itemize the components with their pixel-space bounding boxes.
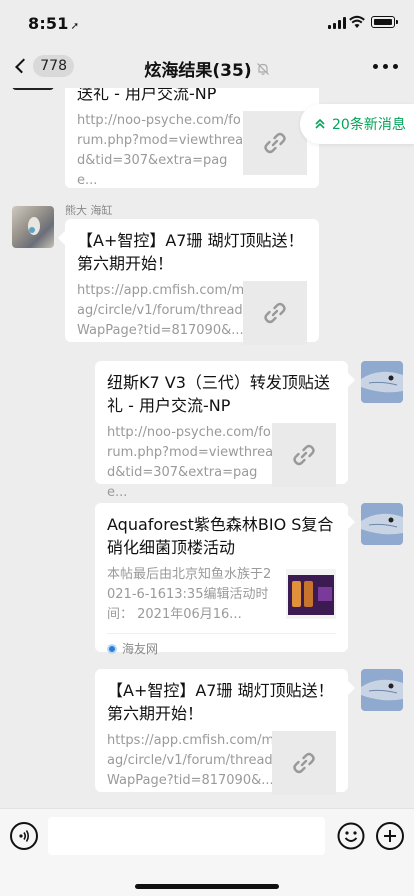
card-body: http://noo-psyche.com/forum.php?mod=view… (107, 423, 336, 503)
my-avatar[interactable] (361, 669, 403, 711)
message-input[interactable] (48, 817, 325, 855)
input-bar (0, 808, 414, 896)
card-source: 海友网 (107, 633, 336, 657)
nav-bar: 778 炫海结果(35) (0, 44, 414, 88)
link-icon (272, 731, 336, 795)
cellular-signal-icon (328, 17, 346, 29)
double-chevron-up-icon (315, 118, 325, 129)
status-time: 8:51 ➚ (28, 14, 80, 33)
card-description: https://app.cmfish.com/mag/circle/v1/for… (107, 733, 275, 788)
card-body: 本帖最后由北京知鱼水族于2021-6-1613:35编辑活动时间： 2021年0… (107, 565, 336, 625)
status-bar: 8:51 ➚ (0, 0, 414, 44)
source-logo-icon (107, 643, 117, 654)
voice-icon[interactable] (10, 822, 38, 850)
location-arrow-icon: ➚ (70, 21, 80, 32)
card-title: 纽斯K7 V3（三代）转发顶贴送礼 - 用户交流-NP (107, 373, 330, 415)
link-card[interactable]: 【A+智控】A7珊 瑚灯顶贴送！第六期开始！ https://app.cmfis… (95, 669, 356, 795)
avatar[interactable] (12, 88, 54, 90)
article-card[interactable]: Aquaforest紫色森林BIO S复合硝化细菌顶楼活动 本帖最后由北京知鱼水… (95, 503, 356, 656)
my-avatar[interactable] (361, 361, 403, 403)
battery-icon (371, 16, 398, 28)
card-title: 送礼 - 用户交流-NP (77, 88, 217, 103)
more-dots-icon[interactable] (373, 64, 398, 69)
card-body: https://app.cmfish.com/mag/circle/v1/for… (77, 281, 307, 345)
bell-off-icon (256, 62, 269, 75)
card-body: http://noo-psyche.com/forum.php?mod=view… (77, 111, 307, 191)
chat-messages[interactable]: 送礼 - 用户交流-NP http://noo-psyche.com/forum… (0, 88, 414, 808)
card-title: 【A+智控】A7珊 瑚灯顶贴送！第六期开始！ (77, 231, 304, 273)
emoji-icon[interactable] (337, 822, 365, 850)
plus-icon[interactable] (376, 822, 404, 850)
card-description: 本帖最后由北京知鱼水族于2021-6-1613:35编辑活动时间： 2021年0… (107, 567, 272, 622)
link-icon (272, 423, 336, 487)
link-icon (243, 111, 307, 175)
chat-title-container: 炫海结果(35) (0, 56, 414, 81)
card-title: 【A+智控】A7珊 瑚灯顶贴送！第六期开始！ (107, 681, 334, 723)
card-title: Aquaforest紫色森林BIO S复合硝化细菌顶楼活动 (107, 515, 334, 557)
card-description: http://noo-psyche.com/forum.php?mod=view… (77, 113, 244, 188)
my-avatar[interactable] (361, 503, 403, 545)
sender-name: 熊大 海缸 (65, 204, 113, 217)
link-card[interactable]: 送礼 - 用户交流-NP http://noo-psyche.com/forum… (65, 88, 319, 188)
link-icon (243, 281, 307, 345)
card-body: https://app.cmfish.com/mag/circle/v1/for… (107, 731, 336, 795)
sender-avatar[interactable] (12, 206, 54, 248)
link-card[interactable]: 纽斯K7 V3（三代）转发顶贴送礼 - 用户交流-NP http://noo-p… (95, 361, 356, 500)
new-messages-button[interactable]: 20条新消息 (300, 104, 414, 144)
card-description: https://app.cmfish.com/mag/circle/v1/for… (77, 283, 245, 338)
card-description: http://noo-psyche.com/forum.php?mod=view… (107, 425, 274, 500)
product-image (286, 569, 336, 619)
wifi-icon (349, 15, 365, 28)
new-messages-label: 20条新消息 (332, 117, 406, 133)
link-card[interactable]: 【A+智控】A7珊 瑚灯顶贴送！第六期开始！ https://app.cmfis… (57, 219, 319, 345)
home-indicator (135, 884, 279, 889)
source-name: 海友网 (122, 642, 159, 656)
chat-title: 炫海结果(35) (144, 61, 252, 81)
